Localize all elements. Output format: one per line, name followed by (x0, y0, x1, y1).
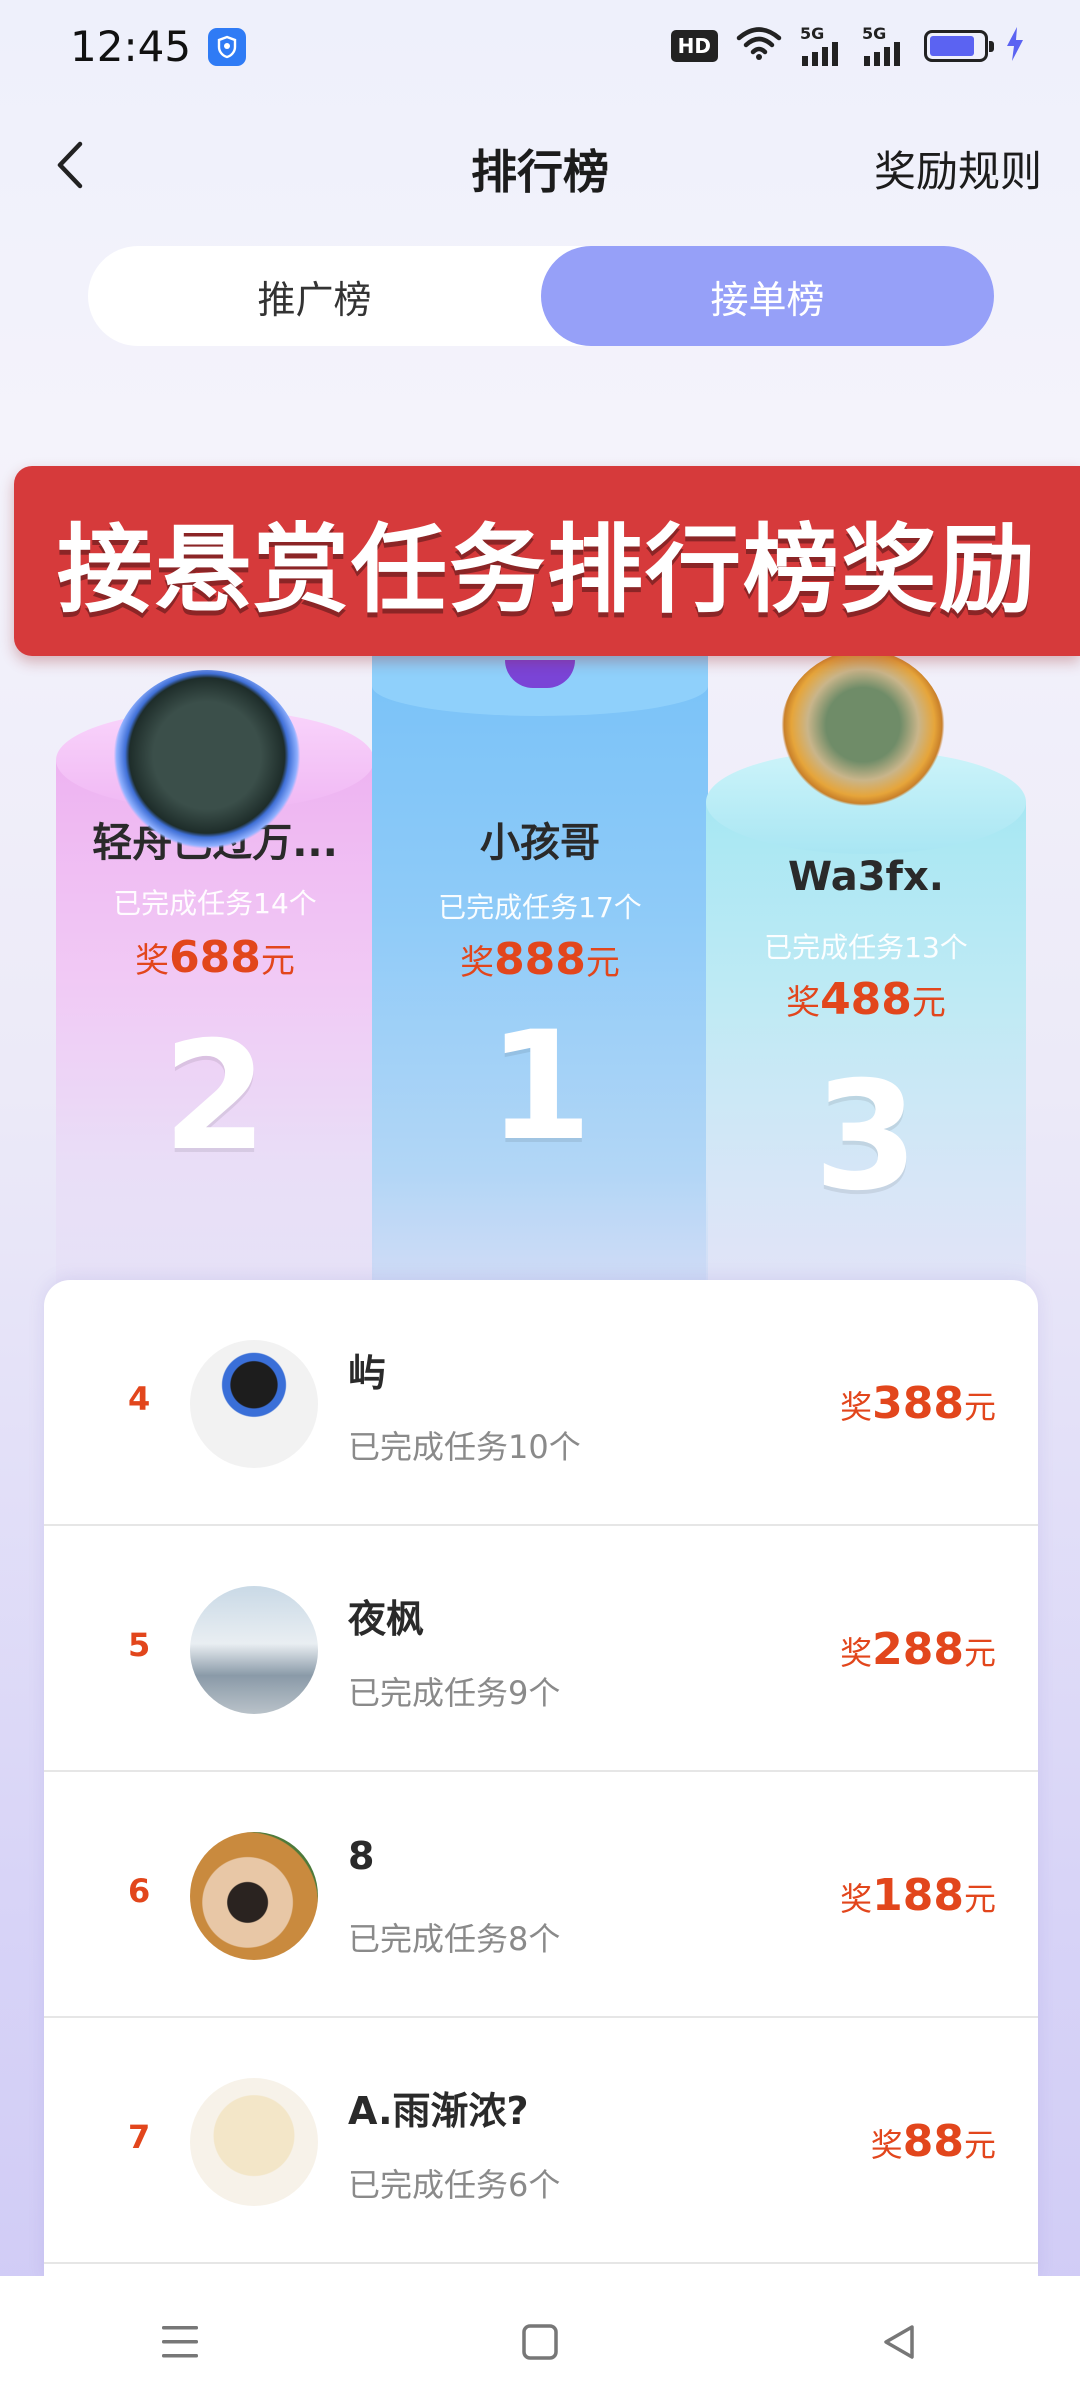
reward-value: 388 (872, 1378, 964, 1429)
user-name: 屿 (348, 1351, 387, 1395)
podium-name: Wa3fx. (788, 854, 944, 900)
podium-reward: 奖888元 (372, 934, 708, 985)
wifi-icon (736, 27, 782, 65)
status-bar: 12:45 HD 5G 5G (0, 0, 1080, 96)
podium-rank-number: 2 (162, 1010, 268, 1184)
reward-suffix: 元 (963, 2126, 996, 2164)
signal-5g-icon-2: 5G (862, 26, 906, 66)
podium-tasks: 已完成任务17个 (438, 891, 642, 924)
list-item[interactable]: 6 8 已完成任务8个 奖188元 (44, 1772, 1038, 2018)
podium-rank-number: 3 (813, 1050, 919, 1224)
reward-suffix: 元 (911, 983, 946, 1023)
reward-prefix: 奖 (840, 1388, 873, 1426)
status-icons: HD 5G 5G (670, 26, 1024, 66)
task-count: 已完成任务6个 (348, 2166, 561, 2204)
reward-value: 188 (872, 1870, 964, 1921)
podium-rank-1[interactable]: 小孩哥 已完成任务17个 奖888元 1 (372, 656, 708, 1300)
reward-prefix: 奖 (840, 1880, 873, 1918)
reward-suffix: 元 (963, 1880, 996, 1918)
network-label: 5G (800, 24, 825, 43)
reward-suffix: 元 (260, 941, 295, 981)
tab-promotion[interactable]: 推广榜 (88, 246, 541, 346)
rank-number: 7 (128, 2118, 151, 2156)
podium: 轻舟已过万... 已完成任务14个 奖688元 2 小孩哥 已完成任务17个 奖… (0, 560, 1080, 1300)
list-item[interactable]: 4 屿 已完成任务10个 奖388元 (44, 1280, 1038, 1526)
rank-number: 6 (128, 1872, 151, 1910)
podium-name: 小孩哥 (480, 820, 600, 866)
reward-value: 88 (902, 2116, 964, 2167)
podium-tasks: 已完成任务13个 (764, 931, 968, 964)
reward-value: 288 (872, 1624, 964, 1675)
battery-icon (924, 30, 994, 62)
reward-suffix: 元 (963, 1634, 996, 1672)
reward-rules-link[interactable]: 奖励规则 (874, 138, 1042, 199)
reward-prefix: 奖 (840, 1634, 873, 1672)
system-back-button[interactable] (860, 2302, 940, 2382)
status-time: 12:45 (70, 22, 192, 71)
podium-tasks: 已完成任务14个 (113, 887, 317, 920)
reward-suffix: 元 (585, 943, 620, 983)
reward-amount: 688 (169, 932, 261, 983)
rank-number: 4 (128, 1380, 151, 1418)
rank-number: 5 (128, 1626, 151, 1664)
reward-prefix: 奖 (135, 941, 170, 981)
reward-amount: 888 (494, 934, 586, 985)
reward-prefix: 奖 (460, 943, 495, 983)
ranking-list: 4 屿 已完成任务10个 奖388元 5 夜枫 已完成任务9个 奖288元 6 … (44, 1280, 1038, 2280)
podium-reward: 奖488元 (706, 974, 1026, 1025)
reward-amount: 奖288元 (840, 1624, 996, 1675)
system-nav-bar (0, 2276, 1080, 2408)
user-name: 夜枫 (348, 1597, 425, 1641)
user-name: 8 (348, 1834, 375, 1878)
task-count: 已完成任务9个 (348, 1674, 561, 1712)
location-shield-icon (208, 28, 246, 66)
triangle-back-icon (884, 2325, 914, 2359)
list-item[interactable]: 7 A.雨渐浓? 已完成任务6个 奖88元 (44, 2018, 1038, 2264)
network-label-2: 5G (862, 24, 887, 43)
avatar[interactable] (190, 1586, 318, 1714)
podium-rank-3[interactable]: Wa3fx. 已完成任务13个 奖488元 3 (706, 750, 1026, 1300)
avatar[interactable] (190, 2078, 318, 2206)
banner-text: 接悬赏任务排行榜奖励 (57, 513, 1037, 626)
reward-amount: 奖188元 (840, 1870, 996, 1921)
signal-5g-icon: 5G (800, 26, 844, 66)
reward-banner: 接悬赏任务排行榜奖励 (14, 466, 1080, 656)
avatar[interactable] (190, 1832, 318, 1960)
podium-reward: 奖688元 (56, 932, 374, 983)
charging-bolt-icon (1006, 27, 1024, 65)
battery-level (930, 36, 975, 56)
avatar[interactable] (190, 1340, 318, 1468)
podium-rank-number: 1 (487, 1000, 593, 1174)
square-home-icon (522, 2324, 558, 2360)
reward-amount: 488 (820, 974, 912, 1025)
home-button[interactable] (500, 2302, 580, 2382)
podium-avatar-2[interactable] (112, 670, 302, 860)
reward-prefix: 奖 (870, 2126, 903, 2164)
reward-suffix: 元 (963, 1388, 996, 1426)
menu-icon (162, 2326, 198, 2358)
list-item[interactable]: 5 夜枫 已完成任务9个 奖288元 (44, 1526, 1038, 1772)
hd-badge: HD (670, 30, 718, 62)
user-name: A.雨渐浓? (348, 2089, 529, 2133)
reward-prefix: 奖 (786, 983, 821, 1023)
menu-button[interactable] (140, 2302, 220, 2382)
tab-orders[interactable]: 接单榜 (541, 246, 994, 346)
reward-amount: 奖388元 (840, 1378, 996, 1429)
ranking-tabs: 推广榜 接单榜 (88, 246, 994, 346)
header: 排行榜 奖励规则 (0, 110, 1080, 220)
task-count: 已完成任务10个 (348, 1428, 581, 1466)
reward-amount: 奖88元 (871, 2116, 996, 2167)
podium-avatar-3[interactable] (780, 650, 946, 816)
task-count: 已完成任务8个 (348, 1920, 561, 1958)
